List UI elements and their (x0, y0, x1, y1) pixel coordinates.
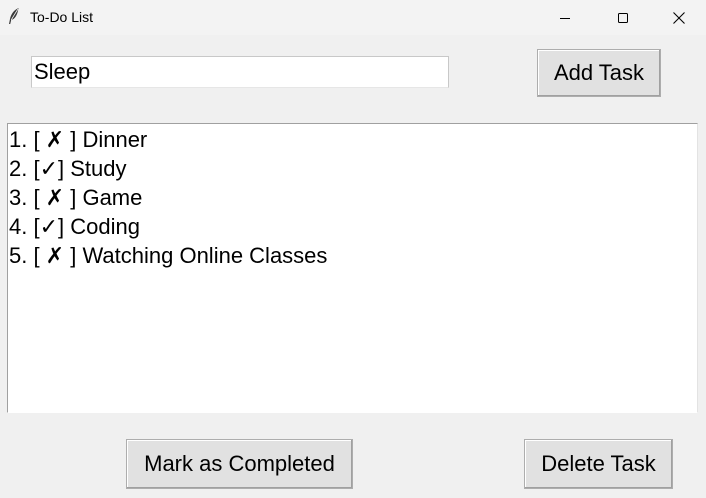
app-window: To-Do List Add Task 1. [ ✗ ] Dinner 2. [… (0, 0, 706, 498)
task-item-3[interactable]: 3. [ ✗ ] Game (9, 183, 697, 212)
window-title: To-Do List (30, 9, 94, 25)
task-item-5[interactable]: 5. [ ✗ ] Watching Online Classes (9, 241, 697, 270)
task-listbox[interactable]: 1. [ ✗ ] Dinner 2. [✓] Study 3. [ ✗ ] Ga… (7, 123, 698, 413)
minimize-icon (560, 17, 570, 19)
feather-icon (6, 7, 22, 25)
task-item-2[interactable]: 2. [✓] Study (9, 154, 697, 183)
close-button[interactable] (652, 0, 706, 35)
add-task-button[interactable]: Add Task (537, 49, 661, 97)
delete-task-button[interactable]: Delete Task (524, 439, 673, 489)
task-item-1[interactable]: 1. [ ✗ ] Dinner (9, 125, 697, 154)
close-icon (673, 11, 685, 24)
mark-completed-button[interactable]: Mark as Completed (126, 439, 353, 489)
title-bar[interactable]: To-Do List (0, 0, 706, 35)
task-item-4[interactable]: 4. [✓] Coding (9, 212, 697, 241)
minimize-button[interactable] (536, 0, 594, 35)
task-input[interactable] (31, 56, 449, 88)
maximize-button[interactable] (594, 0, 652, 35)
maximize-icon (618, 12, 628, 23)
